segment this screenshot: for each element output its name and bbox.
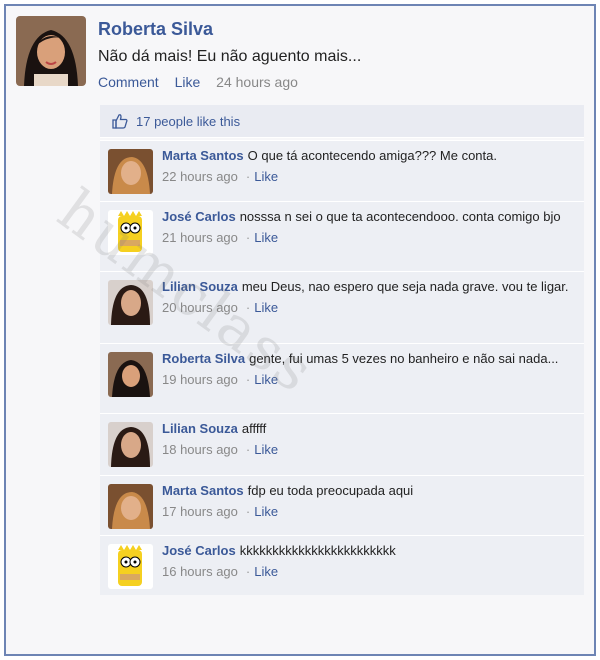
comment-text: gente, fui umas 5 vezes no banheiro e nã… (249, 351, 559, 366)
commenter-name[interactable]: José Carlos (162, 543, 236, 558)
commenter-avatar[interactable] (108, 484, 153, 529)
commenter-avatar[interactable] (108, 544, 153, 589)
comment-text: kkkkkkkkkkkkkkkkkkkkkkkk (239, 543, 396, 558)
comment-timestamp[interactable]: 19 hours ago (162, 372, 238, 387)
comment-text: fdp eu toda preocupada aqui (247, 483, 414, 498)
post-author-name[interactable]: Roberta Silva (98, 19, 213, 40)
comment-item: Roberta Silva gente, fui umas 5 vezes no … (100, 343, 584, 413)
comment-like-link[interactable]: Like (254, 300, 278, 315)
comment-timestamp[interactable]: 16 hours ago (162, 564, 238, 579)
commenter-avatar[interactable] (108, 422, 153, 467)
comment-item: Lilian Souza afffff 18 hours ago · Like (100, 413, 584, 475)
post-timestamp[interactable]: 24 hours ago (216, 74, 298, 90)
comment-like-link[interactable]: Like (254, 230, 278, 245)
comment-like-link[interactable]: Like (254, 169, 278, 184)
thumbs-up-icon (112, 114, 128, 129)
commenter-name[interactable]: Lilian Souza (162, 421, 238, 436)
comment-timestamp[interactable]: 22 hours ago (162, 169, 238, 184)
comment-text: nosssa n sei o que ta acontecendooo. con… (239, 209, 561, 224)
commenter-name[interactable]: José Carlos (162, 209, 236, 224)
comment-text: O que tá acontecendo amiga??? Me conta. (247, 148, 497, 163)
commenter-name[interactable]: Marta Santos (162, 148, 244, 163)
post-author-avatar[interactable] (16, 16, 86, 86)
commenter-avatar[interactable] (108, 280, 153, 325)
commenter-name[interactable]: Marta Santos (162, 483, 244, 498)
commenter-name[interactable]: Lilian Souza (162, 279, 238, 294)
likes-summary: 17 people like this (100, 105, 584, 138)
comment-link[interactable]: Comment (98, 74, 159, 90)
comment-item: José Carlos nosssa n sei o que ta acontec… (100, 201, 584, 271)
facebook-post-frame: Roberta Silva Não dá mais! Eu não aguent… (4, 4, 596, 656)
post-actions: Comment Like 24 hours ago (98, 74, 298, 90)
commenter-avatar[interactable] (108, 210, 153, 255)
comment-item: José Carlos kkkkkkkkkkkkkkkkkkkkkkkk 16 h… (100, 535, 584, 595)
post-text: Não dá mais! Eu não aguento mais... (98, 48, 362, 65)
comment-text: afffff (241, 421, 267, 436)
commenter-avatar[interactable] (108, 352, 153, 397)
like-link[interactable]: Like (175, 74, 201, 90)
comment-timestamp[interactable]: 20 hours ago (162, 300, 238, 315)
commenter-avatar[interactable] (108, 149, 153, 194)
comment-item: Lilian Souza meu Deus, nao espero que sej… (100, 271, 584, 343)
comment-like-link[interactable]: Like (254, 372, 278, 387)
commenter-name[interactable]: Roberta Silva (162, 351, 245, 366)
comment-item: Marta Santos fdp eu toda preocupada aqui … (100, 475, 584, 535)
comment-text: meu Deus, nao espero que seja nada grave… (241, 279, 569, 294)
comment-item: Marta Santos O que tá acontecendo amiga??… (100, 140, 584, 201)
comment-like-link[interactable]: Like (254, 504, 278, 519)
comment-like-link[interactable]: Like (254, 564, 278, 579)
comment-timestamp[interactable]: 18 hours ago (162, 442, 238, 457)
comment-timestamp[interactable]: 21 hours ago (162, 230, 238, 245)
comment-like-link[interactable]: Like (254, 442, 278, 457)
likes-count-text[interactable]: 17 people like this (136, 114, 240, 129)
comment-timestamp[interactable]: 17 hours ago (162, 504, 238, 519)
